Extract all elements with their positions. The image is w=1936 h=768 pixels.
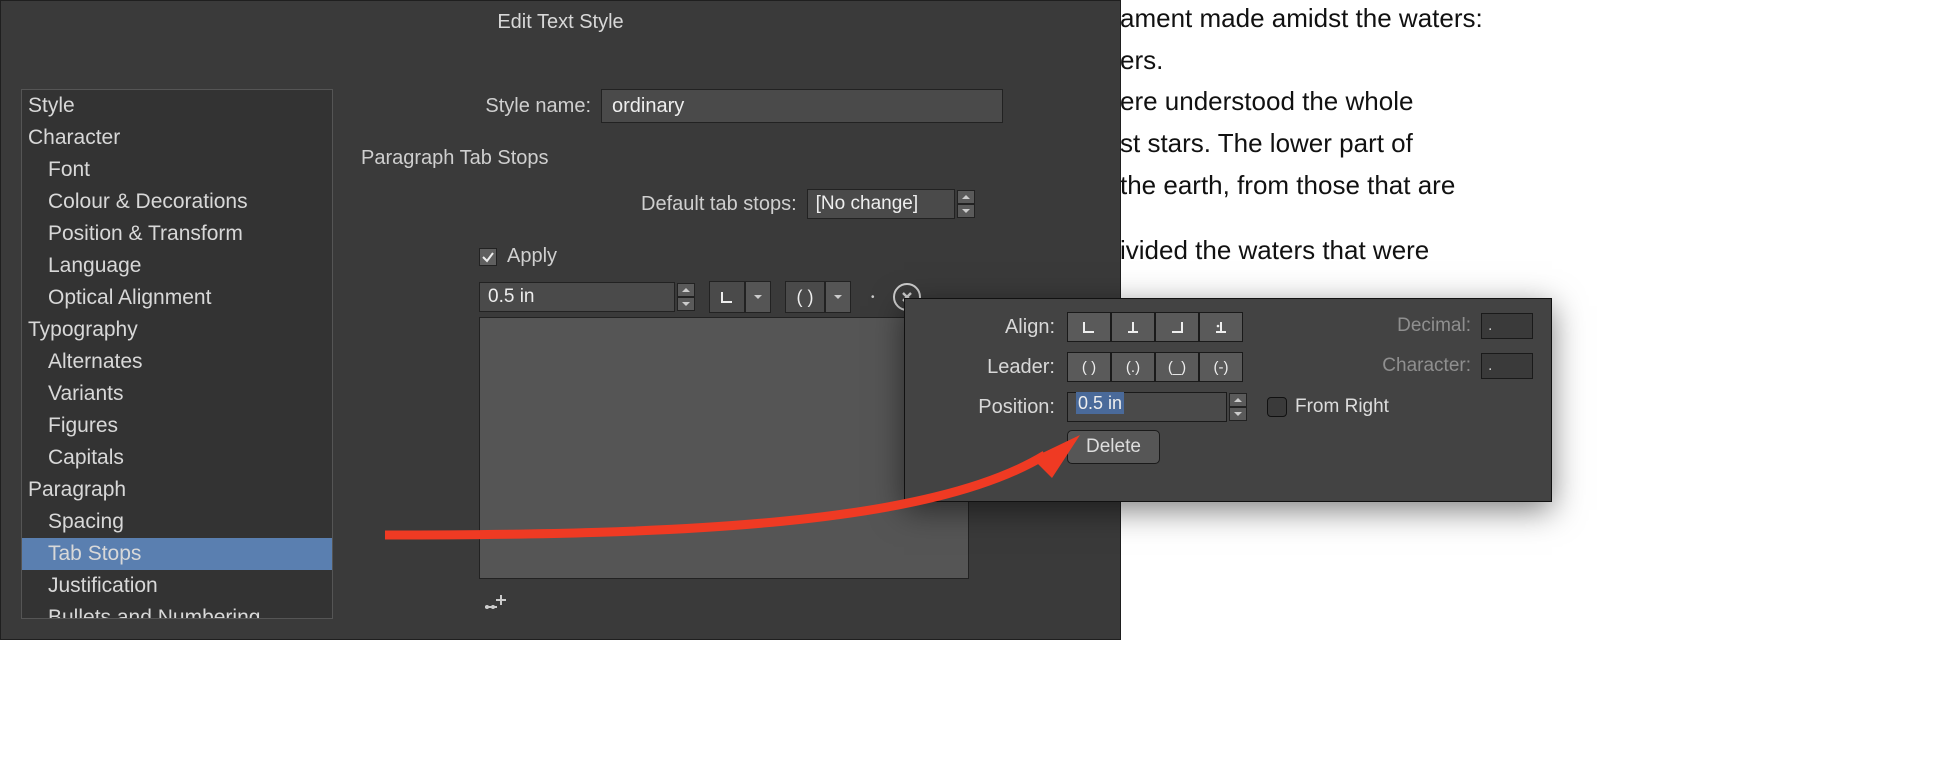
stepper-up-icon[interactable] (1229, 393, 1247, 407)
doc-line (1120, 274, 1936, 294)
stepper-up-icon[interactable] (957, 190, 975, 204)
sidebar-item[interactable]: Justification (22, 570, 332, 602)
tab-ruler-canvas[interactable] (479, 317, 969, 579)
style-name-input[interactable] (601, 89, 1003, 123)
style-category-sidebar[interactable]: StyleCharacterFontColour & DecorationsPo… (21, 89, 333, 619)
align-left-icon (719, 289, 735, 305)
default-tab-stops-row: Default tab stops: (641, 189, 975, 219)
sidebar-item[interactable]: Bullets and Numbering (22, 602, 332, 619)
leader-underscore-button[interactable]: (_) (1155, 352, 1199, 382)
doc-line: ivided the waters that were (1120, 232, 1936, 270)
sidebar-item[interactable]: Language (22, 250, 332, 282)
sidebar-item[interactable]: Capitals (22, 442, 332, 474)
align-segment[interactable] (1067, 312, 1243, 342)
add-tab-icon[interactable] (481, 589, 509, 619)
dialog-title: Edit Text Style (1, 1, 1120, 38)
doc-line: ere understood the whole (1120, 83, 1936, 121)
dropdown-icon[interactable] (745, 281, 771, 313)
stepper-down-icon[interactable] (957, 204, 975, 218)
align-left-button[interactable] (1067, 312, 1111, 342)
sidebar-item[interactable]: Font (22, 154, 332, 186)
sidebar-item[interactable]: Position & Transform (22, 218, 332, 250)
doc-line: the earth, from those that are (1120, 167, 1936, 205)
stepper-up-icon[interactable] (677, 283, 695, 297)
apply-label: Apply (507, 245, 557, 268)
style-name-label: Style name: (361, 95, 591, 118)
sidebar-item[interactable]: Variants (22, 378, 332, 410)
sidebar-item[interactable]: Tab Stops (22, 538, 332, 570)
ellipsis-icon[interactable]: • (871, 292, 877, 303)
default-tab-stops-field[interactable] (807, 189, 955, 219)
apply-row: Apply (479, 245, 557, 268)
default-tab-stops-input[interactable] (807, 189, 975, 219)
leader-label: Leader: (905, 356, 1063, 379)
tab-stop-popover: Align: Decimal: Leader: ( ) (.) (_) (-) … (904, 298, 1552, 502)
sidebar-item[interactable]: Paragraph (22, 474, 332, 506)
decimal-label: Decimal: (1397, 315, 1471, 337)
tab-position-field[interactable] (479, 282, 675, 312)
sidebar-item[interactable]: Alternates (22, 346, 332, 378)
doc-line (1120, 208, 1936, 228)
leader-value: ( ) (785, 281, 825, 313)
doc-line: ament made amidst the waters: (1120, 0, 1936, 38)
position-field[interactable]: 0.5 in (1067, 392, 1227, 422)
leader-dot-button[interactable]: (.) (1111, 352, 1155, 382)
character-input[interactable] (1481, 353, 1533, 379)
dropdown-icon[interactable] (825, 281, 851, 313)
align-center-button[interactable] (1111, 312, 1155, 342)
sidebar-item[interactable]: Figures (22, 410, 332, 442)
from-right-label: From Right (1295, 396, 1389, 418)
decimal-input[interactable] (1481, 313, 1533, 339)
tab-leader-combo[interactable]: ( ) (785, 281, 851, 313)
sidebar-item[interactable]: Style (22, 90, 332, 122)
style-name-row: Style name: (361, 89, 1003, 123)
doc-line: ers. (1120, 42, 1936, 80)
delete-button[interactable]: Delete (1067, 430, 1160, 464)
align-label: Align: (905, 316, 1063, 339)
tab-position-input[interactable] (479, 282, 695, 312)
align-right-button[interactable] (1155, 312, 1199, 342)
sidebar-item[interactable]: Character (22, 122, 332, 154)
doc-line: st stars. The lower part of (1120, 125, 1936, 163)
apply-checkbox[interactable] (479, 248, 497, 266)
from-right-checkbox[interactable] (1267, 397, 1287, 417)
character-label: Character: (1382, 355, 1471, 377)
align-decimal-button[interactable] (1199, 312, 1243, 342)
default-tab-stops-label: Default tab stops: (641, 193, 797, 216)
tab-align-combo[interactable] (709, 281, 771, 313)
section-header: Paragraph Tab Stops (361, 147, 549, 170)
tab-stop-row: ( ) • (479, 281, 921, 313)
leader-none-button[interactable]: ( ) (1067, 352, 1111, 382)
stepper-down-icon[interactable] (1229, 407, 1247, 421)
sidebar-item[interactable]: Optical Alignment (22, 282, 332, 314)
sidebar-item[interactable]: Colour & Decorations (22, 186, 332, 218)
leader-dash-button[interactable]: (-) (1199, 352, 1243, 382)
sidebar-item[interactable]: Typography (22, 314, 332, 346)
position-input[interactable]: 0.5 in (1067, 392, 1247, 422)
position-label: Position: (905, 396, 1063, 419)
leader-segment[interactable]: ( ) (.) (_) (-) (1067, 352, 1243, 382)
sidebar-item[interactable]: Spacing (22, 506, 332, 538)
stepper-down-icon[interactable] (677, 297, 695, 311)
